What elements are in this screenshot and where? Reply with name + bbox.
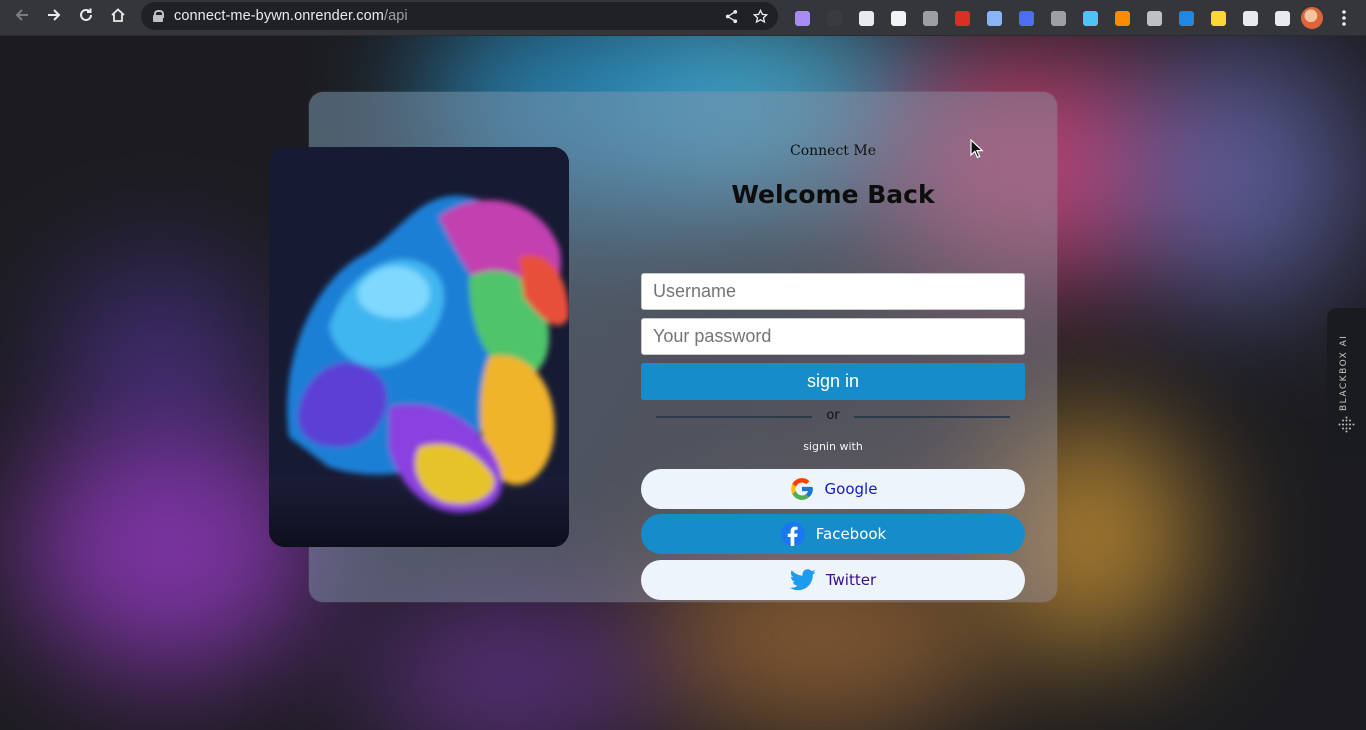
facebook-label: Facebook — [815, 525, 887, 543]
diamond-ext-icon — [1082, 10, 1098, 26]
crystal-ext-button[interactable] — [786, 3, 818, 33]
home-icon — [111, 8, 125, 22]
facebook-signin-button[interactable]: Facebook — [641, 514, 1025, 554]
hex-ext-button[interactable] — [1010, 3, 1042, 33]
google-icon — [789, 476, 815, 502]
react-ext-button[interactable] — [850, 3, 882, 33]
firefox-ext-icon — [1114, 10, 1130, 26]
back-button[interactable] — [6, 0, 38, 30]
hero-image — [269, 147, 569, 547]
twitter-bird-icon — [789, 567, 816, 593]
bg-blob — [60, 266, 260, 426]
pointer-ext-icon — [1210, 10, 1226, 26]
crystal-ext-icon — [794, 10, 810, 26]
signin-with-label: signin with — [803, 440, 863, 453]
diamond-ext-button[interactable] — [1074, 3, 1106, 33]
or-divider: or — [656, 408, 1010, 424]
ruler-ext-button[interactable] — [1042, 3, 1074, 33]
mouse-cursor-icon — [970, 139, 984, 159]
reload-icon — [80, 8, 92, 21]
google-label: Google — [824, 480, 878, 498]
cloud-ext-icon — [1146, 10, 1162, 26]
password-input[interactable] — [641, 318, 1025, 355]
forward-arrow-icon — [48, 9, 61, 21]
ruler-ext-icon — [1050, 10, 1066, 26]
google-signin-button[interactable]: Google — [641, 469, 1025, 509]
bg-blob — [360, 596, 660, 730]
blackbox-logo-icon — [1338, 416, 1355, 433]
home-button[interactable] — [102, 0, 134, 30]
z-ext-icon — [922, 10, 938, 26]
docs-ext-button[interactable] — [978, 3, 1010, 33]
puzzle-ext-button[interactable] — [1234, 3, 1266, 33]
address-bar[interactable]: connect-me-bywn.onrender.com/api — [141, 2, 778, 30]
react-ext-icon — [858, 10, 874, 26]
smoke-artwork — [269, 147, 569, 547]
shield-ext-icon — [1178, 10, 1194, 26]
page-title: Welcome Back — [731, 180, 935, 209]
shield-ext-button[interactable] — [1170, 3, 1202, 33]
profile-button[interactable] — [1296, 3, 1328, 33]
calendar-ext-button[interactable] — [946, 3, 978, 33]
username-input[interactable] — [641, 273, 1025, 310]
dark-ext-icon — [826, 10, 842, 26]
blackbox-side-tab[interactable]: BLACKBOX AI — [1327, 308, 1366, 458]
sidepanel-ext-icon — [1274, 10, 1290, 26]
facebook-icon — [780, 521, 806, 547]
calendar-ext-icon — [954, 10, 970, 26]
sidepanel-ext-button[interactable] — [1266, 3, 1298, 33]
reload-button[interactable] — [70, 0, 102, 30]
url-path: /api — [383, 8, 408, 24]
bookmark-star-icon[interactable] — [753, 8, 768, 24]
puzzle-ext-icon — [1242, 10, 1258, 26]
pointer-ext-button[interactable] — [1202, 3, 1234, 33]
forward-button[interactable] — [38, 0, 70, 30]
more-vert-icon — [1342, 10, 1346, 26]
twitter-label: Twitter — [825, 571, 877, 589]
b-ext-button[interactable] — [882, 3, 914, 33]
blackbox-label: BLACKBOX AI — [1339, 334, 1349, 412]
sign-in-button[interactable]: sign in — [641, 363, 1025, 400]
hex-ext-icon — [1018, 10, 1034, 26]
brand-name: Connect Me — [790, 143, 876, 159]
dark-ext-button[interactable] — [818, 3, 850, 33]
avatar — [1301, 7, 1323, 29]
share-icon[interactable] — [724, 9, 739, 24]
z-ext-button[interactable] — [914, 3, 946, 33]
firefox-ext-button[interactable] — [1106, 3, 1138, 33]
extensions-bar — [786, 3, 1298, 33]
twitter-signin-button[interactable]: Twitter — [641, 560, 1025, 600]
browser-toolbar: connect-me-bywn.onrender.com/api — [0, 0, 1366, 36]
cloud-ext-button[interactable] — [1138, 3, 1170, 33]
url-host: connect-me-bywn.onrender.com — [174, 8, 384, 24]
menu-button[interactable] — [1328, 3, 1360, 33]
divider-line-right — [854, 416, 1010, 418]
back-arrow-icon — [15, 9, 28, 21]
docs-ext-icon — [986, 10, 1002, 26]
lock-icon — [153, 10, 164, 22]
bg-blob — [1120, 46, 1360, 306]
url-text[interactable]: connect-me-bywn.onrender.com/api — [174, 8, 408, 24]
b-ext-icon — [890, 10, 906, 26]
